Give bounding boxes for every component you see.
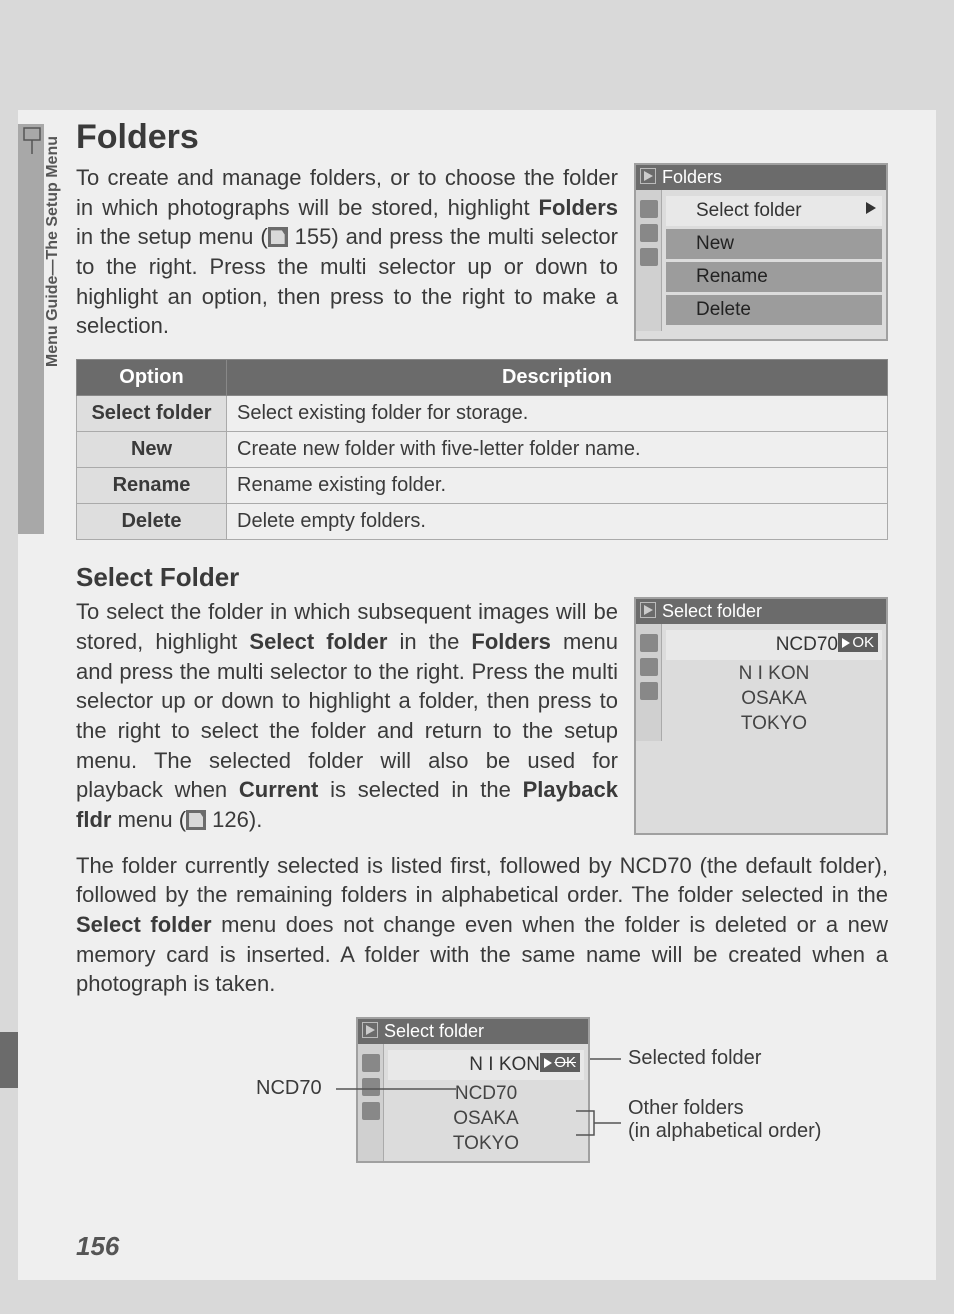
playback-icon	[640, 168, 656, 184]
lcd-side-icons	[636, 190, 662, 331]
table-header-description: Description	[227, 360, 888, 396]
table-row: NewCreate new folder with five-letter fo…	[77, 432, 888, 468]
lcd-item-delete: Delete	[666, 295, 882, 325]
table-row: Select folderSelect existing folder for …	[77, 396, 888, 432]
options-table: Option Description Select folderSelect e…	[76, 359, 888, 540]
manual-ref-icon	[186, 810, 206, 830]
lcd-folders-menu: Folders Select folder New Rename Delete	[634, 163, 888, 341]
lcd-item: TOKYO	[666, 713, 882, 735]
lcd-title: Folders	[636, 165, 886, 190]
lcd-item-selected: NCD70OK	[666, 630, 882, 660]
playback-icon	[640, 602, 656, 618]
label-selected-folder: Selected folder	[628, 1047, 761, 1070]
select-folder-heading: Select Folder	[76, 562, 888, 593]
chevron-right-icon	[866, 202, 876, 214]
table-row: DeleteDelete empty folders.	[77, 504, 888, 540]
label-other-folders: Other folders(in alphabetical order)	[628, 1097, 821, 1143]
side-tab	[18, 124, 44, 534]
explanation-paragraph: The folder currently selected is listed …	[76, 851, 888, 999]
lcd-item-rename: Rename	[666, 262, 882, 292]
lcd-side-icons	[636, 624, 662, 741]
folder-diagram: Select folder N I KONOK NCD70 OSAKA TOKY…	[76, 1017, 888, 1193]
page-title: Folders	[76, 118, 888, 157]
lcd-title: Select folder	[636, 599, 886, 624]
lcd-item-new: New	[666, 229, 882, 259]
page-number: 156	[76, 1231, 119, 1262]
page-marker	[0, 1032, 18, 1088]
lcd-item: N I KON	[666, 663, 882, 685]
table-row: RenameRename existing folder.	[77, 468, 888, 504]
label-ncd70: NCD70	[256, 1077, 322, 1100]
select-folder-paragraph: To select the folder in which subsequent…	[76, 597, 618, 835]
lcd-select-folder: Select folder NCD70OK N I KON OSAKA TOKY…	[634, 597, 888, 835]
table-header-option: Option	[77, 360, 227, 396]
manual-ref-icon	[268, 227, 288, 247]
side-tab-label: Menu Guide—The Setup Menu	[44, 136, 64, 367]
setup-menu-icon	[22, 126, 42, 156]
ok-indicator: OK	[838, 633, 878, 652]
lcd-item-select-folder: Select folder	[666, 196, 882, 226]
intro-paragraph: To create and manage folders, or to choo…	[76, 163, 618, 341]
lcd-item: OSAKA	[666, 688, 882, 710]
